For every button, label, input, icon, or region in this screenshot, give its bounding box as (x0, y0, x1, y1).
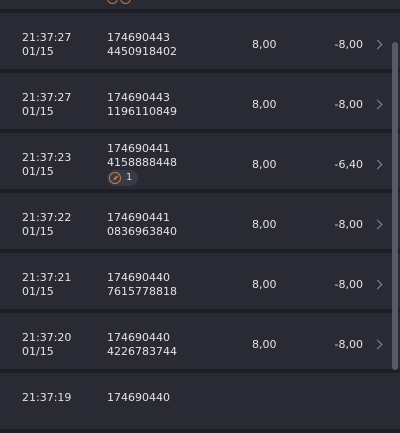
coin-icon (120, 0, 131, 4)
net-text: -6,40 (334, 158, 363, 171)
id-cell: 174690440 7615778818 (107, 271, 177, 298)
id-line-1: 174690443 (107, 91, 170, 104)
time-cell: 21:37:21 01/15 (22, 271, 71, 298)
chevron-right-icon[interactable] (372, 159, 383, 170)
time-text: 21:37:27 (22, 31, 72, 44)
time-cell: 21:37:20 01/15 (22, 331, 71, 358)
list-item[interactable]: 21:37:20 01/15 174690440 4226783744 8,00… (0, 313, 400, 369)
scrollbar[interactable] (392, 42, 398, 370)
list-item[interactable]: 21:37:27 01/15 174690443 4450918402 8,00… (0, 13, 400, 69)
coin-icon (107, 0, 118, 4)
net-text: -8,00 (334, 338, 363, 351)
time-cell: 21:37:19 (22, 391, 71, 405)
id-line-1: 174690440 (107, 271, 170, 284)
time-text: 21:37:23 (22, 151, 72, 164)
chevron-right-icon[interactable] (372, 279, 383, 290)
time-cell: 21:37:22 01/15 (22, 211, 71, 238)
net-text: -8,00 (334, 218, 363, 231)
list-item[interactable]: 21:37:21 01/15 174690440 7615778818 8,00… (0, 253, 400, 309)
discount-icon (109, 171, 121, 184)
list-item[interactable] (0, 0, 400, 9)
time-text: 21:37:21 (22, 271, 72, 284)
id-line-1: 174690443 (107, 31, 170, 44)
list-item[interactable]: 21:37:22 01/15 174690441 0836963840 8,00… (0, 193, 400, 249)
id-line-2: 4158888448 (107, 155, 177, 169)
list-item[interactable]: 21:37:27 01/15 174690443 1196110849 8,00… (0, 73, 400, 129)
list-item[interactable]: 21:37:23 01/15 174690441 4158888448 1 8,… (0, 133, 400, 189)
badge-icons-partial (107, 0, 131, 4)
net-text: -8,00 (334, 98, 363, 111)
time-text: 21:37:19 (22, 391, 72, 404)
time-cell: 21:37:23 01/15 (22, 151, 71, 178)
id-line-2: 7615778818 (107, 284, 177, 298)
date-text: 01/15 (22, 284, 54, 298)
chevron-right-icon[interactable] (372, 339, 383, 350)
net-text: -8,00 (334, 278, 363, 291)
date-text: 01/15 (22, 44, 54, 58)
rebate-badge: 1 (107, 170, 139, 186)
time-text: 21:37:22 (22, 211, 72, 224)
id-line-1: 174690440 (107, 391, 170, 404)
id-line-2: 1196110849 (107, 104, 177, 118)
id-line-1: 174690441 (107, 211, 170, 224)
time-cell: 21:37:27 01/15 (22, 31, 71, 58)
id-cell: 174690443 4450918402 (107, 31, 177, 58)
id-cell: 174690441 0836963840 (107, 211, 177, 238)
date-text: 01/15 (22, 224, 54, 238)
time-text: 21:37:27 (22, 91, 72, 104)
chevron-right-icon[interactable] (372, 99, 383, 110)
time-text: 21:37:20 (22, 331, 72, 344)
time-cell: 21:37:27 01/15 (22, 91, 71, 118)
id-cell: 174690441 4158888448 1 (107, 142, 177, 187)
amount-text: 8,00 (252, 278, 277, 291)
id-line-1: 174690441 (107, 142, 170, 155)
date-text: 01/15 (22, 164, 54, 178)
amount-text: 8,00 (252, 338, 277, 351)
id-cell: 174690443 1196110849 (107, 91, 177, 118)
id-line-1: 174690440 (107, 331, 170, 344)
id-line-2: 4226783744 (107, 344, 177, 358)
id-line-2: 0836963840 (107, 224, 177, 238)
list-item[interactable]: 21:37:19 174690440 (0, 373, 400, 429)
amount-text: 8,00 (252, 38, 277, 51)
amount-text: 8,00 (252, 98, 277, 111)
date-text: 01/15 (22, 104, 54, 118)
transaction-list: 21:37:27 01/15 174690443 4450918402 8,00… (0, 0, 400, 433)
id-line-2: 4450918402 (107, 44, 177, 58)
chevron-right-icon[interactable] (372, 39, 383, 50)
badge-count: 1 (126, 172, 133, 183)
chevron-right-icon[interactable] (372, 219, 383, 230)
amount-text: 8,00 (252, 218, 277, 231)
id-cell: 174690440 (107, 391, 170, 405)
id-cell: 174690440 4226783744 (107, 331, 177, 358)
net-text: -8,00 (334, 38, 363, 51)
amount-text: 8,00 (252, 158, 277, 171)
date-text: 01/15 (22, 344, 54, 358)
